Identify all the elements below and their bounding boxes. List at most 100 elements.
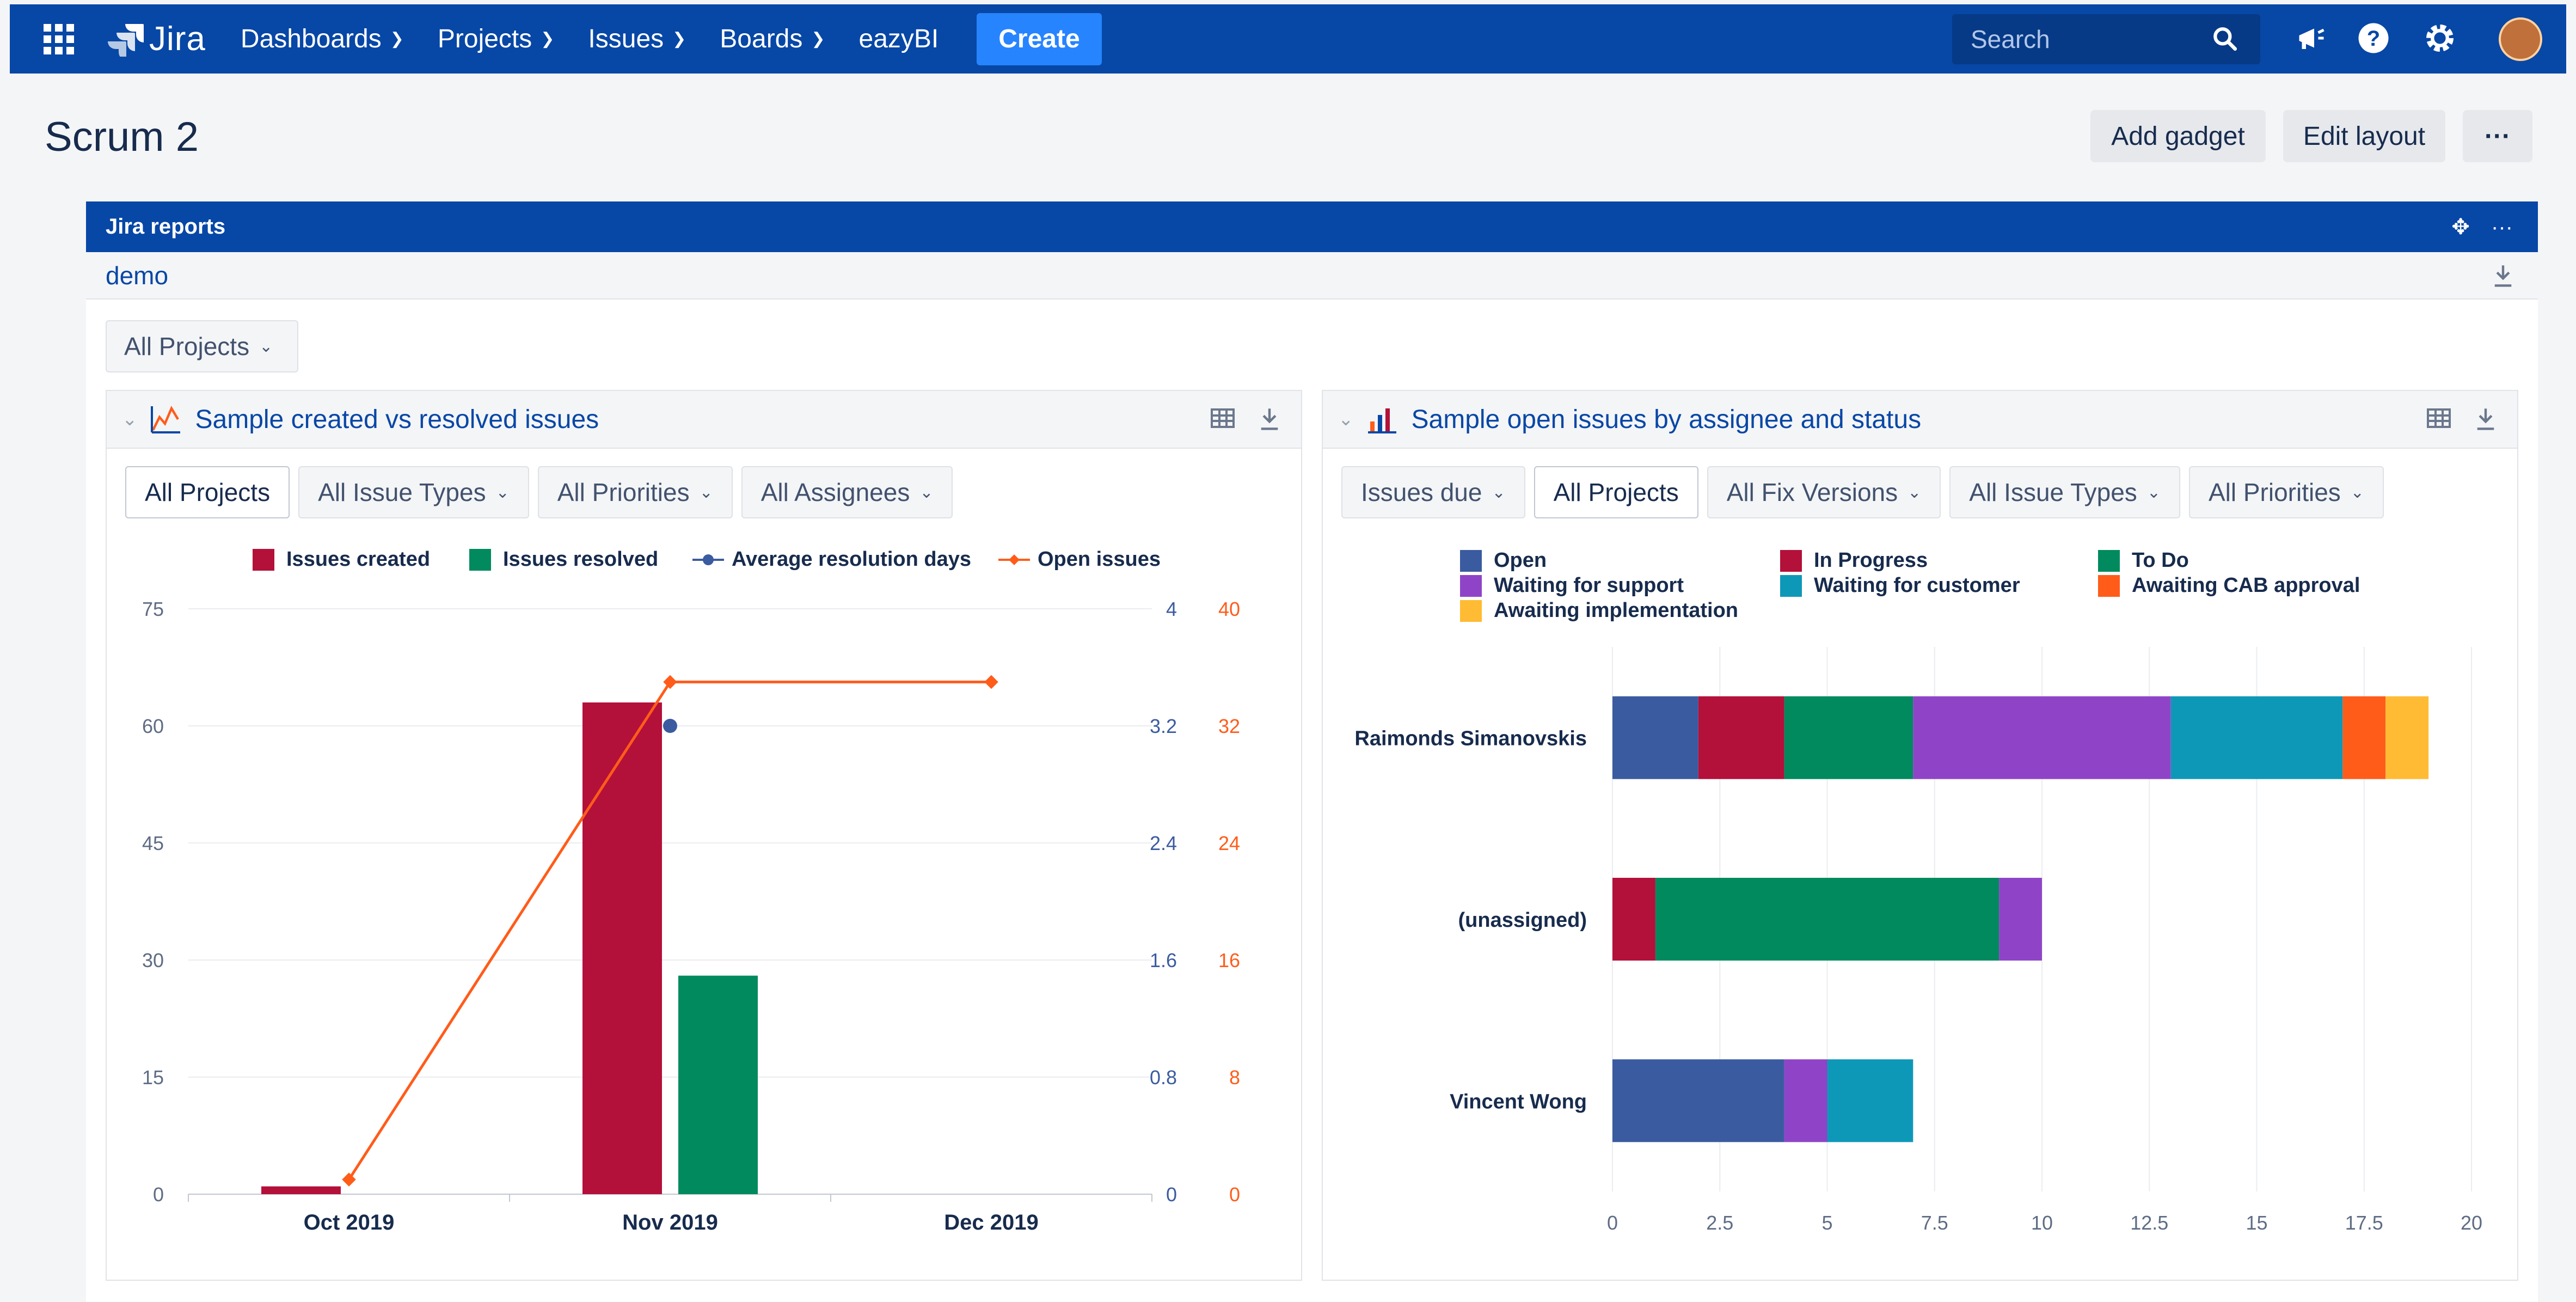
- legend-swatch: [1780, 549, 1802, 572]
- filter-all-issue-types[interactable]: All Issue Types ⌄: [1949, 466, 2180, 518]
- category-label: Raimonds Simanovskis: [1354, 728, 1587, 750]
- settings-icon[interactable]: [2424, 22, 2456, 54]
- nav-issues[interactable]: Issues ❯: [588, 24, 686, 54]
- created-vs-resolved-panel: ⌄ Sample created vs resolved issues All …: [106, 390, 1302, 1281]
- legend-item[interactable]: Awaiting implementation: [1460, 599, 1738, 622]
- filter-all-fix-versions[interactable]: All Fix Versions ⌄: [1707, 466, 1941, 518]
- y-right-days-tick-label: 0.8: [1150, 1066, 1177, 1089]
- filter-all-priorities[interactable]: All Priorities ⌄: [537, 466, 733, 518]
- y-right-days-tick-label: 0: [1166, 1183, 1177, 1206]
- jira-logo-text: Jira: [149, 20, 206, 58]
- legend-item[interactable]: In Progress: [1780, 549, 1928, 572]
- chevron-down-icon: ⌄: [699, 483, 713, 502]
- gadget-subheader: demo: [86, 252, 2538, 299]
- filter-all-projects[interactable]: All Projects: [1534, 466, 1698, 518]
- filter-label: All Issue Types: [1969, 478, 2137, 506]
- bar-chart-icon: [1367, 408, 1396, 433]
- nav-projects[interactable]: Projects ❯: [438, 24, 555, 54]
- download-icon[interactable]: [2474, 406, 2498, 432]
- bar-segment-waiting-for-customer: [1827, 1059, 1913, 1142]
- nav-eazybi[interactable]: eazyBI: [859, 24, 939, 54]
- filter-all-issue-types[interactable]: All Issue Types ⌄: [298, 466, 529, 518]
- chevron-down-icon: ❯: [811, 30, 825, 48]
- edit-layout-button[interactable]: Edit layout: [2283, 110, 2445, 162]
- bar-segment-in-progress: [1698, 696, 1784, 779]
- gadget-subtitle[interactable]: demo: [106, 261, 168, 290]
- gadget-menu-icon[interactable]: ···: [2491, 215, 2513, 239]
- legend-item[interactable]: Average resolution days: [691, 548, 971, 571]
- nav-dashboards-label: Dashboards: [240, 25, 382, 53]
- legend-label: Open: [1494, 549, 1547, 572]
- filter-label: All Projects: [1553, 478, 1679, 506]
- legend-swatch: [2098, 549, 2120, 572]
- chevron-down-icon: ⌄: [1492, 483, 1506, 502]
- table-view-icon[interactable]: [2426, 406, 2452, 430]
- legend-item[interactable]: Open: [1460, 549, 1547, 572]
- app-switcher-icon[interactable]: [44, 23, 74, 54]
- legend-marker: [998, 554, 1030, 565]
- filter-all-projects[interactable]: All Projects: [125, 466, 290, 518]
- filter-all-assignees[interactable]: All Assignees ⌄: [741, 466, 953, 518]
- legend-item[interactable]: Waiting for support: [1460, 574, 1684, 597]
- chevron-down-icon: ⌄: [2146, 483, 2161, 502]
- jira-logo[interactable]: Jira: [106, 20, 206, 58]
- bar-segment-in-progress: [1612, 878, 1655, 961]
- legend-item[interactable]: Waiting for customer: [1780, 574, 2020, 597]
- chevron-down-icon: ⌄: [259, 337, 273, 356]
- created-vs-resolved-chart: 0153045607500.81.62.43.240816243240Oct 2…: [142, 598, 1240, 1234]
- line-open-issues: [347, 680, 991, 1181]
- legend-swatch: [253, 548, 274, 571]
- table-view-icon[interactable]: [1210, 406, 1236, 430]
- filter-issues-due[interactable]: Issues due ⌄: [1341, 466, 1525, 518]
- legend-item[interactable]: To Do: [2098, 549, 2189, 572]
- more-actions-button[interactable]: ···: [2463, 110, 2532, 162]
- download-icon[interactable]: [2491, 263, 2515, 289]
- y-right-count-tick-label: 8: [1229, 1066, 1240, 1089]
- chevron-down-icon: ❯: [541, 30, 555, 48]
- top-navigation-bar: Jira Dashboards ❯ Projects ❯ Issues ❯ Board…: [10, 4, 2566, 74]
- legend-label: Issues resolved: [503, 548, 659, 571]
- help-icon[interactable]: ?: [2357, 22, 2390, 54]
- y-right-count-tick-label: 0: [1229, 1183, 1240, 1206]
- point-open-issues: [663, 675, 677, 689]
- legend-item[interactable]: Issues resolved: [469, 548, 658, 571]
- nav-dashboards[interactable]: Dashboards ❯: [241, 24, 404, 54]
- search-input[interactable]: Search: [1952, 14, 2260, 64]
- gadget-tools: ✥ ···: [2451, 215, 2513, 240]
- point-open-issues: [984, 675, 998, 689]
- collapse-caret-icon[interactable]: ⌄: [1338, 408, 1354, 430]
- panel-title-bar: ⌄ Sample open issues by assignee and sta…: [1323, 391, 2517, 449]
- megaphone-icon[interactable]: [2295, 22, 2328, 54]
- nav-boards[interactable]: Boards ❯: [720, 24, 825, 54]
- y-right-days-tick-label: 4: [1166, 598, 1177, 620]
- x-tick-label: Nov 2019: [622, 1211, 718, 1234]
- collapse-caret-icon[interactable]: ⌄: [122, 408, 138, 430]
- y-left-tick-label: 45: [142, 832, 164, 854]
- legend-item[interactable]: Awaiting CAB approval: [2098, 574, 2360, 597]
- bar-segment-open: [1612, 1059, 1784, 1142]
- search-icon: [2213, 27, 2237, 51]
- legend-item[interactable]: Issues created: [253, 548, 430, 571]
- avatar[interactable]: [2499, 17, 2542, 61]
- chevron-down-icon: ❯: [672, 30, 686, 48]
- legend-item[interactable]: Open issues: [997, 548, 1161, 571]
- nav-projects-label: Projects: [437, 25, 532, 53]
- legend-label: Open issues: [1038, 548, 1161, 571]
- create-button[interactable]: Create: [977, 13, 1102, 65]
- download-icon[interactable]: [1258, 406, 1281, 432]
- x-tick-label: 15: [2246, 1212, 2267, 1234]
- legend-swatch: [1460, 600, 1482, 622]
- nav-eazybi-label: eazyBI: [858, 25, 939, 53]
- panel-title: Sample open issues by assignee and statu…: [1411, 405, 1922, 434]
- add-gadget-button[interactable]: Add gadget: [2090, 110, 2266, 162]
- filter-all-priorities[interactable]: All Priorities ⌄: [2188, 466, 2384, 518]
- move-icon[interactable]: ✥: [2451, 215, 2470, 239]
- all-projects-dropdown[interactable]: All Projects ⌄: [106, 320, 298, 372]
- bar-segment-open: [1612, 696, 1698, 779]
- chevron-down-icon: ⌄: [919, 483, 934, 502]
- legend-swatch: [469, 548, 491, 571]
- nav-issues-label: Issues: [588, 25, 664, 53]
- gadget-header: Jira reports ✥ ···: [86, 201, 2538, 252]
- x-tick-label: Dec 2019: [944, 1211, 1038, 1234]
- legend-swatch: [1460, 549, 1482, 572]
